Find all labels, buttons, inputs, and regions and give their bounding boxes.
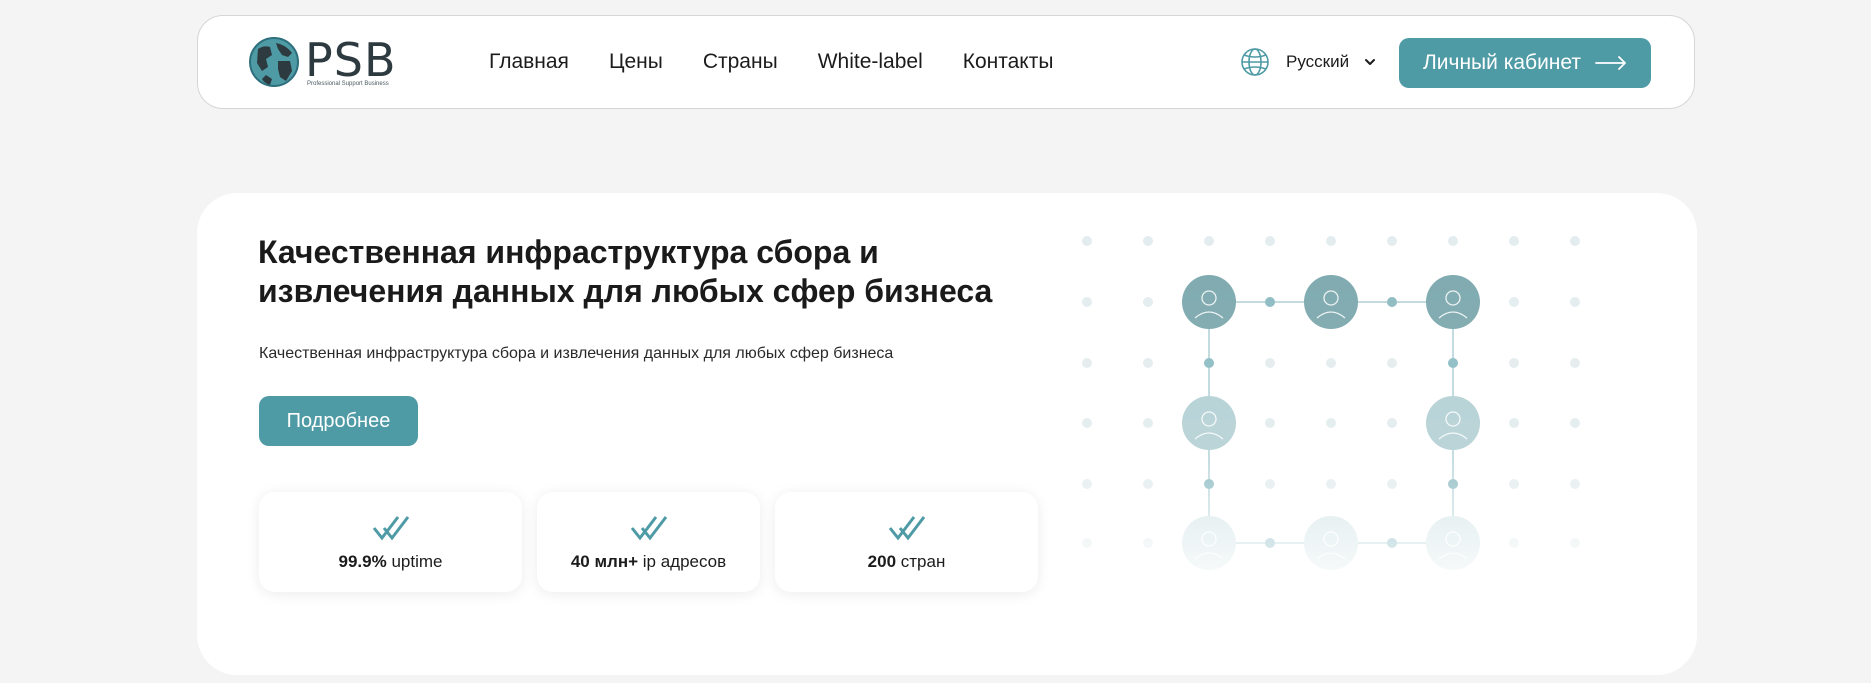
logo[interactable]: PSB Professional Support Business	[248, 35, 408, 89]
stat-uptime: 99.9% uptime	[259, 552, 522, 572]
hero-subtitle: Качественная инфраструктура сбора и извл…	[259, 345, 894, 362]
network-illustration	[1082, 236, 1580, 571]
stat-card-ips: 40 млн+ ip адресов	[537, 492, 760, 592]
grid-dot	[1387, 479, 1397, 489]
grid-dot	[1387, 236, 1397, 246]
nav-countries[interactable]: Страны	[703, 50, 778, 74]
hero-title: Качественная инфраструктура сбора и извл…	[258, 234, 993, 309]
grid-dot	[1326, 236, 1336, 246]
grid-dot	[1265, 358, 1275, 368]
double-check-icon	[888, 516, 925, 541]
grid-dot	[1082, 358, 1092, 368]
more-button[interactable]: Подробнее	[259, 396, 418, 446]
double-check-icon	[630, 516, 667, 541]
globe-logo-icon	[249, 37, 299, 87]
stat-card-uptime: 99.9% uptime	[259, 492, 522, 592]
grid-dot	[1082, 297, 1092, 307]
grid-dot	[1143, 479, 1153, 489]
language-label: Русский	[1286, 52, 1350, 71]
grid-dot	[1509, 297, 1519, 307]
logo-tagline: Professional Support Business	[307, 81, 389, 87]
stat-ips: 40 млн+ ip адресов	[537, 552, 760, 572]
nav-prices[interactable]: Цены	[609, 50, 663, 74]
grid-dot	[1570, 358, 1580, 368]
grid-dot	[1326, 418, 1336, 428]
nav-home[interactable]: Главная	[489, 50, 569, 74]
grid-dot	[1143, 538, 1153, 548]
grid-dot	[1143, 236, 1153, 246]
grid-dot	[1326, 479, 1336, 489]
arrow-right-icon	[1595, 56, 1626, 70]
grid-dot	[1265, 236, 1275, 246]
grid-dot	[1448, 236, 1458, 246]
grid-dot	[1143, 297, 1153, 307]
grid-dot	[1509, 236, 1519, 246]
grid-dot	[1387, 358, 1397, 368]
grid-dot	[1265, 418, 1275, 428]
language-selector[interactable]: Русский	[1240, 46, 1377, 78]
grid-dot	[1204, 236, 1214, 246]
stat-countries: 200 стран	[775, 552, 1038, 572]
nav-contacts[interactable]: Контакты	[963, 50, 1054, 74]
stat-card-countries: 200 стран	[775, 492, 1038, 592]
stat-countries-label: стран	[896, 552, 946, 571]
grid-dot	[1570, 236, 1580, 246]
grid-dot	[1082, 418, 1092, 428]
grid-dot	[1082, 479, 1092, 489]
stat-uptime-label: uptime	[386, 552, 443, 571]
hero-section: Качественная инфраструктура сбора и извл…	[197, 193, 1697, 675]
grid-dot	[1570, 297, 1580, 307]
user-avatar-icon	[1181, 395, 1237, 451]
user-avatar-icon	[1181, 515, 1237, 571]
stat-countries-value: 200	[867, 552, 897, 571]
stat-ips-label: ip адресов	[638, 552, 727, 571]
user-avatar-icon	[1303, 515, 1359, 571]
nav-white-label[interactable]: White-label	[818, 50, 923, 74]
grid-dot	[1265, 479, 1275, 489]
user-avatar-icon	[1425, 515, 1481, 571]
chevron-down-icon	[1365, 59, 1376, 65]
double-check-icon	[372, 516, 409, 541]
stat-ips-value: 40 млн+	[570, 552, 639, 571]
grid-dot	[1570, 479, 1580, 489]
logo-brand: PSB	[305, 33, 397, 87]
grid-dot	[1387, 418, 1397, 428]
grid-dot	[1082, 538, 1092, 548]
grid-dot	[1326, 358, 1336, 368]
user-avatar-icon	[1425, 395, 1481, 451]
main-nav: Главная Цены Страны White-label Контакты	[489, 16, 1093, 108]
globe-icon	[1241, 48, 1269, 76]
grid-dot	[1509, 479, 1519, 489]
header: PSB Professional Support Business Главна…	[197, 15, 1695, 109]
account-button[interactable]: Личный кабинет	[1399, 38, 1651, 88]
grid-dot	[1509, 418, 1519, 428]
grid-dot	[1570, 538, 1580, 548]
grid-dot	[1509, 538, 1519, 548]
grid-dot	[1509, 358, 1519, 368]
user-avatar-icon	[1425, 274, 1481, 330]
grid-dot	[1143, 358, 1153, 368]
user-avatar-icon	[1181, 274, 1237, 330]
stat-uptime-value: 99.9%	[338, 552, 387, 571]
grid-dot	[1570, 418, 1580, 428]
grid-dot	[1143, 418, 1153, 428]
user-avatar-icon	[1303, 274, 1359, 330]
grid-dot	[1082, 236, 1092, 246]
account-button-label: Личный кабинет	[1423, 51, 1581, 74]
